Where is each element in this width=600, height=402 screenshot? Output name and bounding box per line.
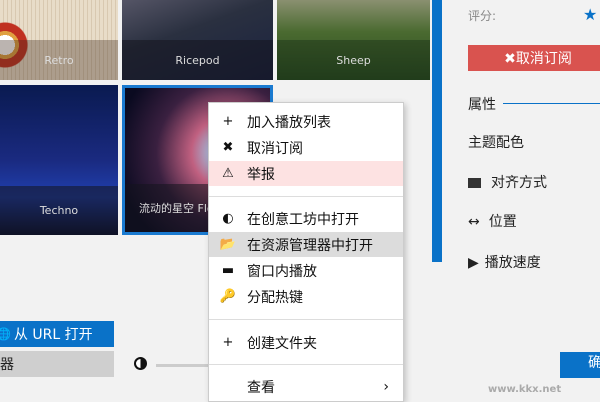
- menu-item-assign-hotkey[interactable]: 🔑 分配热键: [209, 284, 403, 309]
- menu-label: 在创意工坊中打开: [247, 211, 359, 228]
- theme-color-label[interactable]: 主题配色: [468, 132, 524, 152]
- close-icon: ✖: [222, 140, 234, 155]
- divider: [503, 103, 600, 104]
- unsubscribe-button[interactable]: ✖取消订阅: [468, 45, 600, 71]
- open-url-label: 从 URL 打开: [13, 327, 93, 343]
- wallpaper-tile-ricepod[interactable]: Ricepod: [122, 0, 273, 80]
- rating-label: 评分:: [468, 9, 497, 23]
- open-from-url-button[interactable]: 🌐 从 URL 打开: [0, 321, 114, 347]
- ok-button[interactable]: 确定: [560, 352, 600, 378]
- play-icon: ▶: [468, 255, 479, 271]
- menu-separator: [209, 364, 403, 365]
- menu-label: 分配热键: [247, 289, 303, 306]
- plus-icon: +: [222, 335, 234, 350]
- watermark: www.kkx.net: [488, 384, 562, 395]
- menu-label: 加入播放列表: [247, 114, 331, 131]
- menu-item-play-in-window[interactable]: ▬ 窗口内播放: [209, 258, 403, 283]
- plus-icon: +: [222, 114, 234, 129]
- star-icon[interactable]: ★: [583, 5, 597, 24]
- steam-icon: ◐: [222, 211, 234, 226]
- contrast-icon: [134, 357, 147, 370]
- position-row[interactable]: ↔ 位置: [468, 211, 517, 231]
- properties-heading: 属性: [468, 97, 496, 113]
- alignment-label: 对齐方式: [491, 175, 547, 191]
- alignment-row[interactable]: 对齐方式: [468, 172, 547, 192]
- menu-item-report[interactable]: ⚠ 举报: [209, 161, 403, 186]
- brightness-slider[interactable]: [156, 364, 208, 367]
- chevron-right-icon: ›: [383, 378, 389, 395]
- menu-label: 举报: [247, 166, 275, 183]
- menu-separator: [209, 196, 403, 197]
- menu-item-open-in-explorer[interactable]: 📂 在资源管理器中打开: [209, 232, 403, 257]
- image-icon: [468, 178, 481, 188]
- panel-divider: [432, 0, 442, 262]
- playback-speed-row[interactable]: ▶ 播放速度: [468, 252, 541, 272]
- wallpaper-tile-sheep[interactable]: Sheep: [277, 0, 430, 80]
- context-menu: + 加入播放列表 ✖ 取消订阅 ⚠ 举报 ◐ 在创意工坊中打开 📂 在资源管理器中打开 ▬…: [208, 102, 404, 402]
- menu-item-add-to-playlist[interactable]: + 加入播放列表: [209, 109, 403, 134]
- tile-label: Sheep: [277, 40, 430, 80]
- grey-button-label: 器: [0, 357, 14, 373]
- menu-label: 窗口内播放: [247, 263, 317, 280]
- key-icon: 🔑: [219, 289, 237, 304]
- wallpaper-tile-retro[interactable]: Retro: [0, 0, 118, 80]
- tile-label: Ricepod: [122, 40, 273, 80]
- folder-open-icon: 📂: [219, 237, 237, 252]
- menu-item-create-folder[interactable]: + 创建文件夹: [209, 330, 403, 355]
- menu-label: 取消订阅: [247, 140, 303, 157]
- tile-label: Techno: [0, 185, 118, 235]
- wallpaper-tile-techno[interactable]: Techno: [0, 85, 118, 235]
- horizontal-arrows-icon: ↔: [468, 214, 480, 230]
- globe-icon: 🌐: [0, 327, 11, 341]
- warning-icon: ⚠: [222, 166, 234, 181]
- position-label: 位置: [488, 214, 517, 230]
- grey-button[interactable]: 器: [0, 351, 114, 377]
- menu-separator: [209, 319, 403, 320]
- menu-label: 查看: [247, 379, 275, 396]
- tile-label: Retro: [0, 40, 118, 80]
- menu-label: 在资源管理器中打开: [247, 237, 373, 254]
- window-icon: ▬: [221, 263, 235, 278]
- menu-label: 创建文件夹: [247, 335, 317, 352]
- playback-speed-label: 播放速度: [484, 255, 541, 271]
- menu-item-unsubscribe[interactable]: ✖ 取消订阅: [209, 135, 403, 160]
- menu-item-open-in-workshop[interactable]: ◐ 在创意工坊中打开: [209, 206, 403, 231]
- menu-item-view[interactable]: 查看 ›: [209, 374, 403, 399]
